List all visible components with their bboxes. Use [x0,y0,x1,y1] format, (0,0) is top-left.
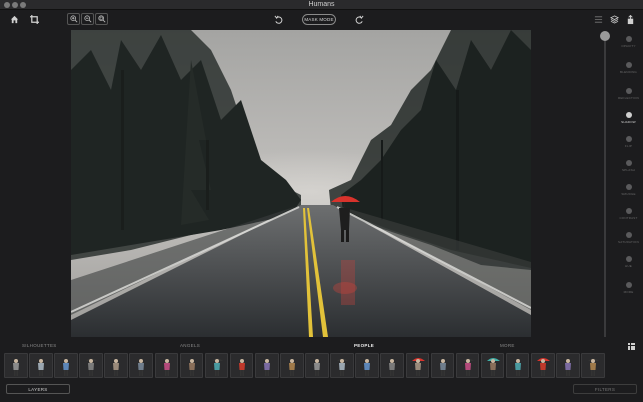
filter-label: SMUDGE [621,192,636,196]
person-thumbnail[interactable] [154,353,179,378]
opacity-slider-track[interactable] [604,32,606,337]
person-thumbnail[interactable] [204,353,229,378]
compare-icon[interactable] [592,13,605,26]
filter-more[interactable]: MORE [614,282,643,302]
filter-contrast[interactable]: CONTRAST [614,208,643,228]
person-thumbnail[interactable] [129,353,154,378]
person-thumbnail[interactable] [455,353,480,378]
photo-image [71,30,531,337]
filter-label: REFLECTION [617,96,639,100]
tab-angels[interactable]: ANGELS [180,343,200,348]
shadow-icon [625,112,632,118]
person-thumbnail[interactable] [254,353,279,378]
filter-label: SPLASH [621,168,636,172]
tab-more[interactable]: MORE [500,343,515,348]
filter-label: SATURATION [618,240,639,244]
filter-splash[interactable]: SPLASH [614,160,643,180]
filter-label: CONTRAST [619,216,638,220]
reflection-icon [625,88,632,94]
zoom-in-icon[interactable] [67,13,80,25]
person-thumbnail[interactable] [280,353,304,378]
filter-label: HUE [625,264,632,268]
filter-opacity[interactable]: OPACITY [614,36,643,56]
person-thumbnail[interactable] [330,353,354,378]
category-tabs: SILHOUETTES ANGELS PEOPLE MORE [0,341,643,351]
crop-icon[interactable] [28,13,41,26]
person-thumbnail[interactable] [530,353,555,378]
redo-icon[interactable] [353,13,366,26]
toolbar: MASK MODE [0,10,643,29]
contrast-icon [625,208,632,214]
filter-reflection[interactable]: REFLECTION [614,88,643,108]
blending-icon [625,62,632,68]
filter-smudge[interactable]: SMUDGE [614,184,643,204]
person-thumbnail[interactable] [104,353,128,378]
hue-icon [625,256,632,262]
smudge-icon [625,184,632,190]
filters-button[interactable]: FILTERS [573,384,637,394]
filter-label: OPACITY [621,44,636,48]
person-thumbnail[interactable] [480,353,505,378]
home-icon[interactable] [8,13,21,26]
grid-view-icon[interactable] [628,343,635,350]
person-thumbnail[interactable] [405,353,430,378]
person-thumbnail[interactable] [581,353,605,378]
person-thumbnail[interactable] [4,353,28,378]
filter-blending[interactable]: BLENDING [614,62,643,82]
person-thumbnail[interactable] [229,353,254,378]
person-thumbnail[interactable] [430,353,455,378]
filter-shadow[interactable]: SHADOW [614,112,643,132]
tab-silhouettes[interactable]: SILHOUETTES [22,343,57,348]
more-icon [625,282,632,288]
person-thumbnail[interactable] [54,353,78,378]
tab-people[interactable]: PEOPLE [354,343,374,348]
zoom-out-icon[interactable] [81,13,94,25]
window-title: Humans [308,1,335,8]
person-thumbnail[interactable] [305,353,329,378]
title-bar: Humans [0,0,643,10]
filter-flip[interactable]: FLIP [614,136,643,156]
people-thumbnails [4,353,640,378]
layers-button[interactable]: LAYERS [6,384,70,394]
layers-stack-icon[interactable] [608,13,621,26]
person-thumbnail[interactable] [355,353,379,378]
person-thumbnail[interactable] [556,353,580,378]
filter-label: BLENDING [620,70,637,74]
undo-icon[interactable] [272,13,285,26]
person-thumbnail[interactable] [380,353,404,378]
flip-icon [625,136,632,142]
mask-mode-button[interactable]: MASK MODE [302,14,336,25]
person-thumbnail[interactable] [79,353,103,378]
opacity-slider-knob[interactable] [600,31,610,41]
filter-hue[interactable]: HUE [614,256,643,276]
splash-icon [625,160,632,166]
filter-label: FLIP [624,144,633,148]
person-thumbnail[interactable] [29,353,53,378]
filter-label: MORE [623,290,634,294]
person-thumbnail[interactable] [179,353,204,378]
filter-saturation[interactable]: SATURATION [614,232,643,252]
filter-label: SHADOW [621,120,636,124]
opacity-icon [625,36,632,42]
person-thumbnail[interactable] [505,353,530,378]
share-icon[interactable] [624,13,637,26]
photo-canvas[interactable] [71,30,531,337]
saturation-icon [625,232,632,238]
zoom-fit-icon[interactable] [95,13,108,25]
